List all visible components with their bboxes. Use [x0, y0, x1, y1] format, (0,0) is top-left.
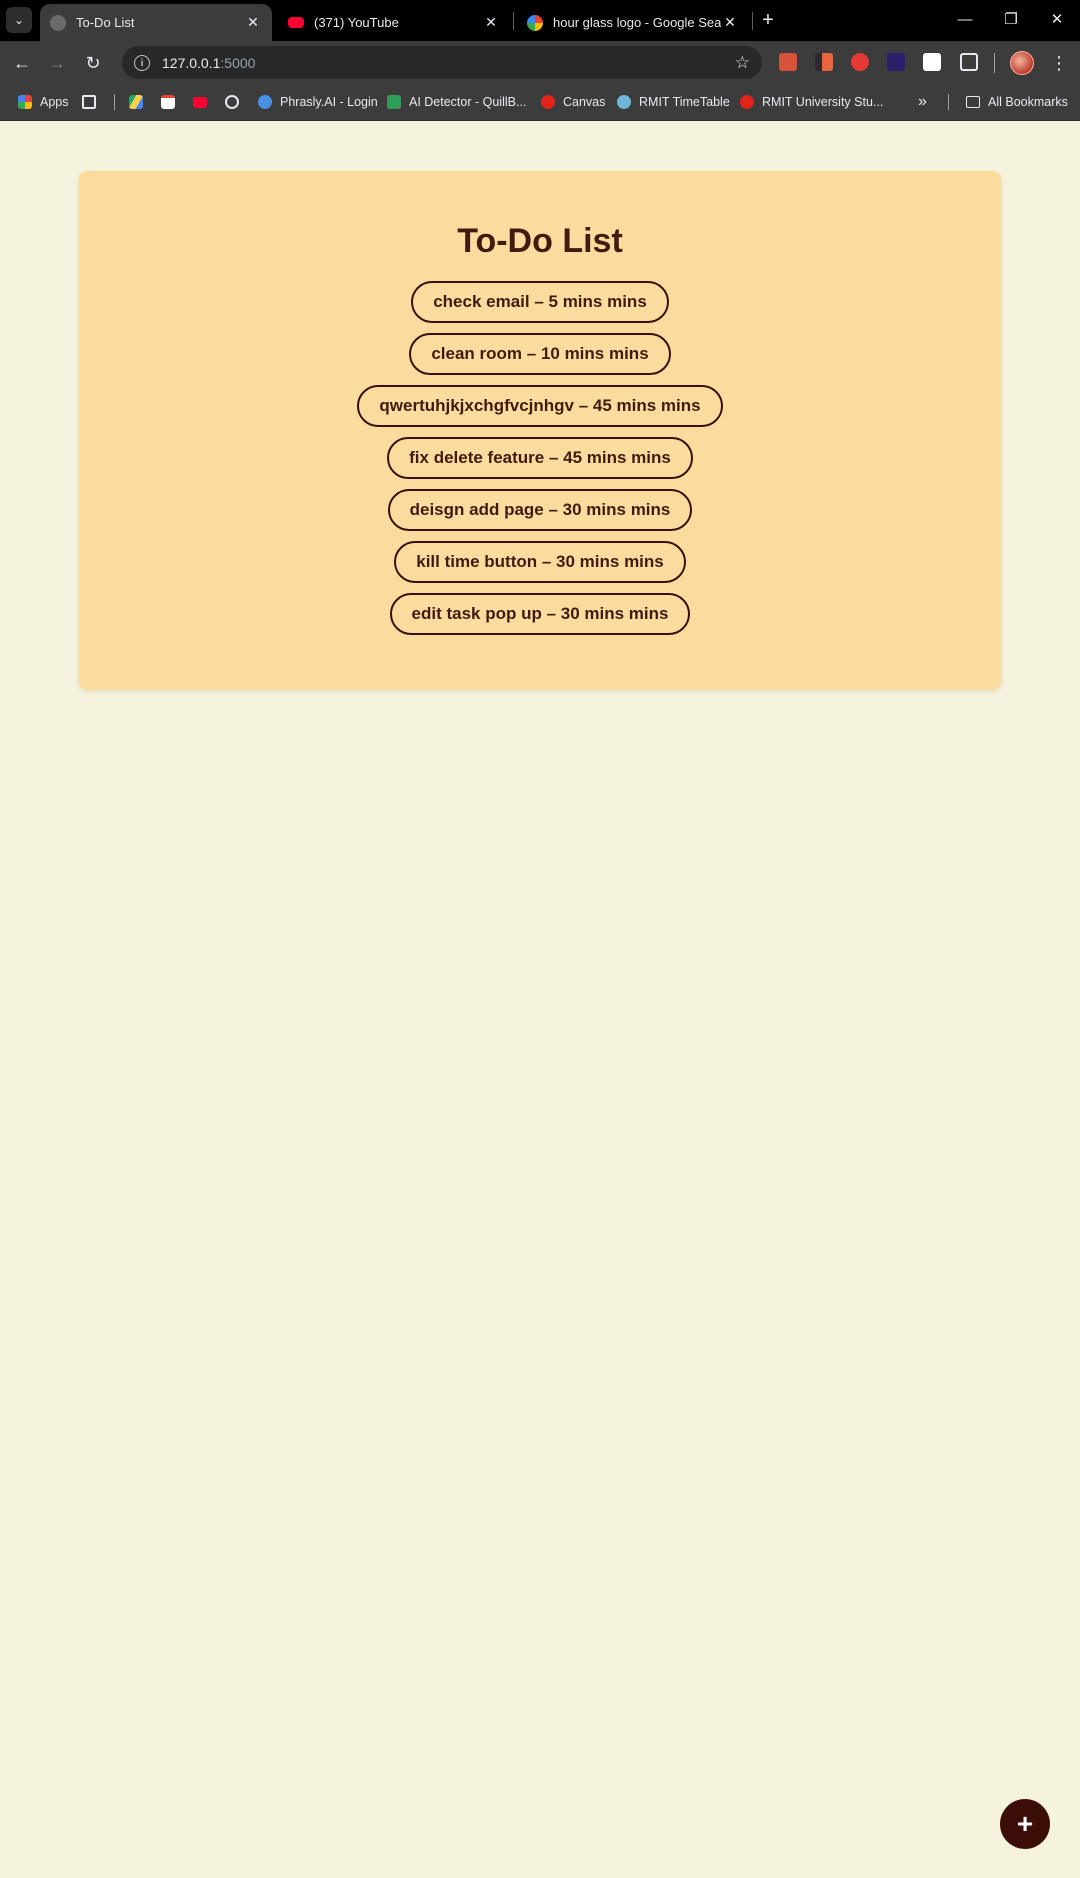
bookmark-divider — [948, 94, 949, 110]
bookmark-openai[interactable] — [225, 84, 247, 120]
close-tab-icon[interactable]: ✕ — [244, 14, 262, 31]
task-item[interactable]: check email – 5 mins mins — [411, 281, 669, 323]
task-item[interactable]: qwertuhjkjxchgfvcjnhgv – 45 mins mins — [357, 385, 723, 427]
site-info-icon[interactable]: i — [134, 54, 150, 71]
canvas-icon — [541, 95, 555, 109]
extensions-puzzle-icon[interactable] — [960, 53, 978, 71]
tab-strip: ⌄ To-Do List ✕ (371) YouTube ✕ hour glas… — [0, 0, 1080, 41]
quillbot-icon — [387, 95, 401, 109]
rmit-timetable-icon — [617, 95, 631, 109]
bookmark-label: Canvas — [563, 95, 606, 109]
tab-search-chevron-icon[interactable]: ⌄ — [6, 7, 32, 33]
profile-avatar[interactable] — [1010, 51, 1034, 75]
tab-groups-icon — [82, 95, 96, 109]
minimize-window-icon[interactable]: — — [945, 6, 985, 34]
extension-red-icon[interactable] — [779, 53, 797, 71]
extension-speaker-icon[interactable] — [815, 53, 833, 71]
bookmark-label: RMIT TimeTable — [639, 95, 730, 109]
bookmarks-bar: Apps Phrasly.AI - Login AI Detector - Qu… — [0, 84, 1080, 121]
bookmark-label: All Bookmarks — [988, 95, 1068, 109]
extension-diamond-icon[interactable] — [887, 53, 905, 71]
reload-icon[interactable]: ↻ — [80, 50, 106, 76]
phrasly-icon — [258, 95, 272, 109]
bookmark-star-icon[interactable]: ☆ — [735, 53, 750, 73]
bookmark-canvas[interactable]: Canvas — [541, 84, 605, 120]
page-title: To-Do List — [457, 222, 623, 260]
task-item[interactable]: deisgn add page – 30 mins mins — [387, 489, 693, 531]
new-tab-plus-icon[interactable]: + — [756, 8, 780, 32]
bookmark-label: RMIT University Stu... — [762, 95, 884, 109]
task-list: check email – 5 mins mins clean room – 1… — [79, 281, 1001, 645]
google-drive-icon — [129, 95, 143, 109]
tab-divider — [513, 12, 514, 30]
browser-toolbar: ← → ↻ i 127.0.0.1:5000 ☆ ⋮ — [0, 41, 1080, 84]
apps-grid-icon — [18, 95, 32, 109]
youtube-icon — [288, 17, 304, 28]
bookmark-label: Phrasly.AI - Login — [280, 95, 378, 109]
tab-divider — [752, 12, 753, 30]
tab-youtube[interactable]: (371) YouTube ✕ — [278, 4, 510, 41]
bookmark-apps[interactable]: Apps — [18, 84, 69, 120]
browser-chrome: ⌄ To-Do List ✕ (371) YouTube ✕ hour glas… — [0, 0, 1080, 121]
back-arrow-icon[interactable]: ← — [9, 50, 35, 76]
browser-menu-icon[interactable]: ⋮ — [1050, 50, 1068, 76]
close-tab-icon[interactable]: ✕ — [482, 14, 500, 31]
bookmark-gmail[interactable] — [161, 84, 183, 120]
tab-title: (371) YouTube — [314, 15, 399, 30]
extension-ra-icon[interactable] — [923, 53, 941, 71]
task-item[interactable]: kill time button – 30 mins mins — [394, 541, 686, 583]
tab-title: To-Do List — [76, 15, 135, 30]
folder-icon — [966, 96, 980, 108]
google-icon — [527, 14, 543, 31]
task-item[interactable]: clean room – 10 mins mins — [409, 333, 671, 375]
address-bar[interactable]: i 127.0.0.1:5000 ☆ — [122, 46, 762, 79]
bookmark-rmit-timetable[interactable]: RMIT TimeTable — [617, 84, 730, 120]
add-task-button[interactable]: + — [1000, 1799, 1050, 1849]
bookmark-phrasly[interactable]: Phrasly.AI - Login — [258, 84, 378, 120]
forward-arrow-icon[interactable]: → — [44, 50, 70, 76]
bookmark-quillbot[interactable]: AI Detector - QuillB... — [387, 84, 526, 120]
bookmark-label: AI Detector - QuillB... — [409, 95, 527, 109]
close-window-icon[interactable]: ✕ — [1037, 6, 1077, 34]
tab-todo-list[interactable]: To-Do List ✕ — [40, 4, 272, 41]
tab-google-search[interactable]: hour glass logo - Google Search ✕ — [517, 4, 749, 41]
todo-card: To-Do List check email – 5 mins mins cle… — [79, 171, 1001, 690]
restore-window-icon[interactable]: ❐ — [991, 6, 1031, 34]
task-item[interactable]: edit task pop up – 30 mins mins — [389, 593, 691, 635]
extension-hand-icon[interactable] — [851, 53, 869, 71]
bookmark-rmit-university[interactable]: RMIT University Stu... — [740, 84, 883, 120]
youtube-icon — [193, 96, 207, 108]
rmit-icon — [740, 95, 754, 109]
url-host: 127.0.0.1 — [162, 54, 221, 71]
tab-title: hour glass logo - Google Search — [553, 15, 721, 30]
more-bookmarks-chevron-icon[interactable]: » — [918, 84, 927, 120]
gmail-icon — [161, 95, 175, 109]
url-port: :5000 — [220, 54, 256, 71]
openai-icon — [225, 95, 239, 109]
bookmark-divider — [114, 94, 115, 110]
bookmark-google-drive[interactable] — [129, 84, 151, 120]
task-item[interactable]: fix delete feature – 45 mins mins — [387, 437, 693, 479]
all-bookmarks-folder[interactable]: All Bookmarks — [966, 84, 1068, 120]
bookmark-label: Apps — [40, 95, 69, 109]
bookmark-tab-groups[interactable] — [82, 84, 104, 120]
close-tab-icon[interactable]: ✕ — [721, 14, 739, 31]
bookmark-youtube[interactable] — [193, 84, 215, 120]
toolbar-divider — [994, 53, 995, 73]
globe-icon — [50, 14, 66, 31]
